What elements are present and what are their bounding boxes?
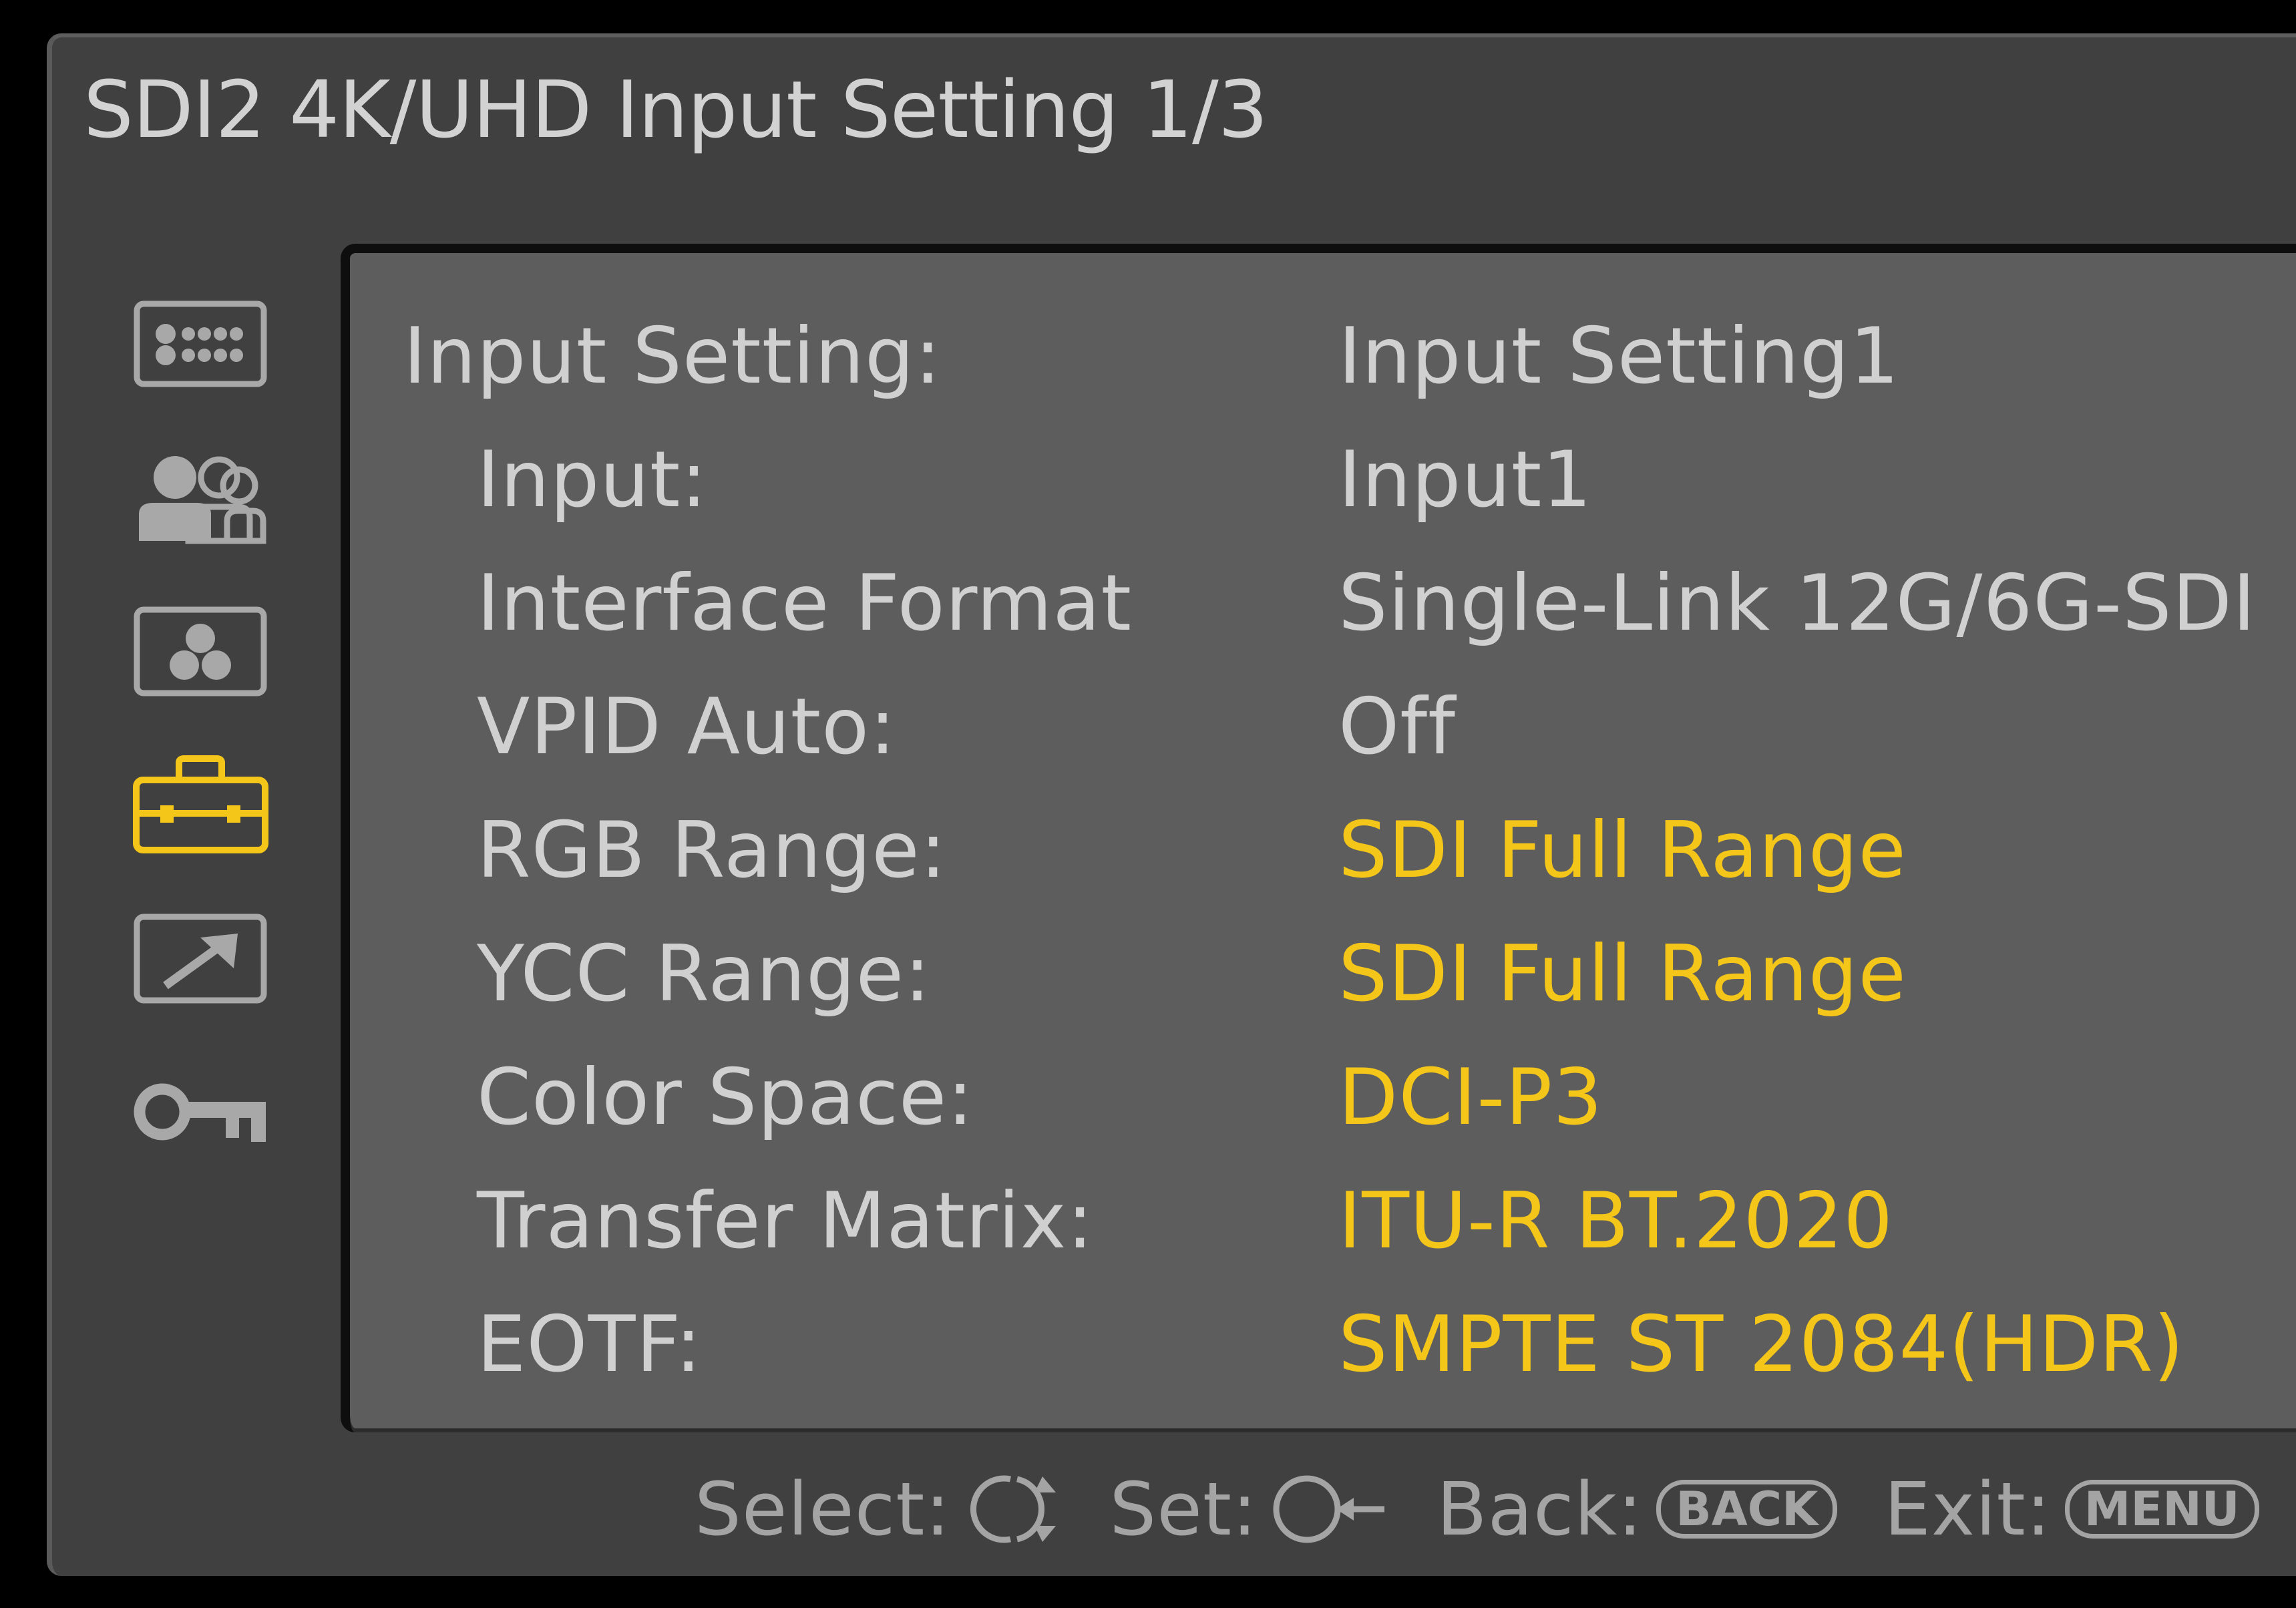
- select-hint-label: Select:: [695, 1466, 951, 1552]
- setting-value: ITU-R BT.2020: [1338, 1176, 1894, 1266]
- setting-row-transfer-matrix[interactable]: Transfer Matrix: ITU-R BT.2020: [350, 1171, 2287, 1271]
- setting-value: Input Setting1: [1338, 311, 1900, 401]
- setting-value: DCI-P3: [1338, 1052, 1603, 1143]
- setting-row-input-setting[interactable]: Input Setting: Input Setting1: [350, 307, 2287, 407]
- setting-value: SMPTE ST 2084(HDR): [1338, 1299, 2184, 1390]
- control-hints: Select: Set: Back: BACK Exit: MENU: [695, 1466, 2259, 1553]
- back-hint-label: Back:: [1437, 1466, 1644, 1552]
- setting-label: Color Space:: [477, 1052, 974, 1143]
- dial-rotate-icon: [970, 1475, 1057, 1543]
- setting-row-interface-format[interactable]: Interface Format Single-Link 12G/6G-SDI: [350, 554, 2287, 654]
- setting-value: Off: [1338, 682, 1456, 772]
- setting-row-rgb-range[interactable]: RGB Range: SDI Full Range: [350, 801, 2287, 901]
- setting-label: Interface Format: [477, 558, 1132, 648]
- color-icon[interactable]: [130, 601, 270, 701]
- setting-value: Single-Link 12G/6G-SDI: [1338, 558, 2257, 648]
- users-icon[interactable]: [130, 447, 270, 548]
- arrow-icon[interactable]: [130, 908, 270, 1008]
- setting-label: Transfer Matrix:: [477, 1176, 1094, 1266]
- menu-key-icon: MENU: [2064, 1480, 2259, 1539]
- key-icon[interactable]: [130, 1062, 270, 1162]
- setting-row-color-space[interactable]: Color Space: DCI-P3: [350, 1048, 2287, 1148]
- set-hint-label: Set:: [1109, 1466, 1258, 1552]
- dial-push-icon: [1273, 1475, 1385, 1543]
- setting-row-ycc-range[interactable]: YCC Range: SDI Full Range: [350, 924, 2287, 1024]
- setting-label: RGB Range:: [477, 805, 947, 895]
- setting-label: VPID Auto:: [477, 682, 897, 772]
- menu-title: SDI2 4K/UHD Input Setting 1/3: [83, 63, 1268, 156]
- setting-row-vpid-auto[interactable]: VPID Auto: Off: [350, 677, 2287, 777]
- setting-value: Input1: [1338, 435, 1593, 525]
- setting-label: Input Setting:: [403, 311, 942, 401]
- exit-hint-label: Exit:: [1884, 1466, 2052, 1552]
- setting-row-input[interactable]: Input: Input1: [350, 430, 2287, 530]
- status-icon[interactable]: [130, 294, 270, 394]
- settings-panel: Input Setting: Input Setting1 Input: Inp…: [341, 244, 2296, 1432]
- setting-value: SDI Full Range: [1338, 805, 1907, 895]
- setting-row-eotf[interactable]: EOTF: SMPTE ST 2084(HDR): [350, 1295, 2287, 1395]
- setting-label: EOTF:: [477, 1299, 703, 1390]
- back-key-icon: BACK: [1656, 1480, 1838, 1539]
- setting-label: YCC Range:: [477, 929, 932, 1019]
- setting-label: Input:: [477, 435, 708, 525]
- toolbox-icon[interactable]: [130, 755, 270, 855]
- setting-value: SDI Full Range: [1338, 929, 1907, 1019]
